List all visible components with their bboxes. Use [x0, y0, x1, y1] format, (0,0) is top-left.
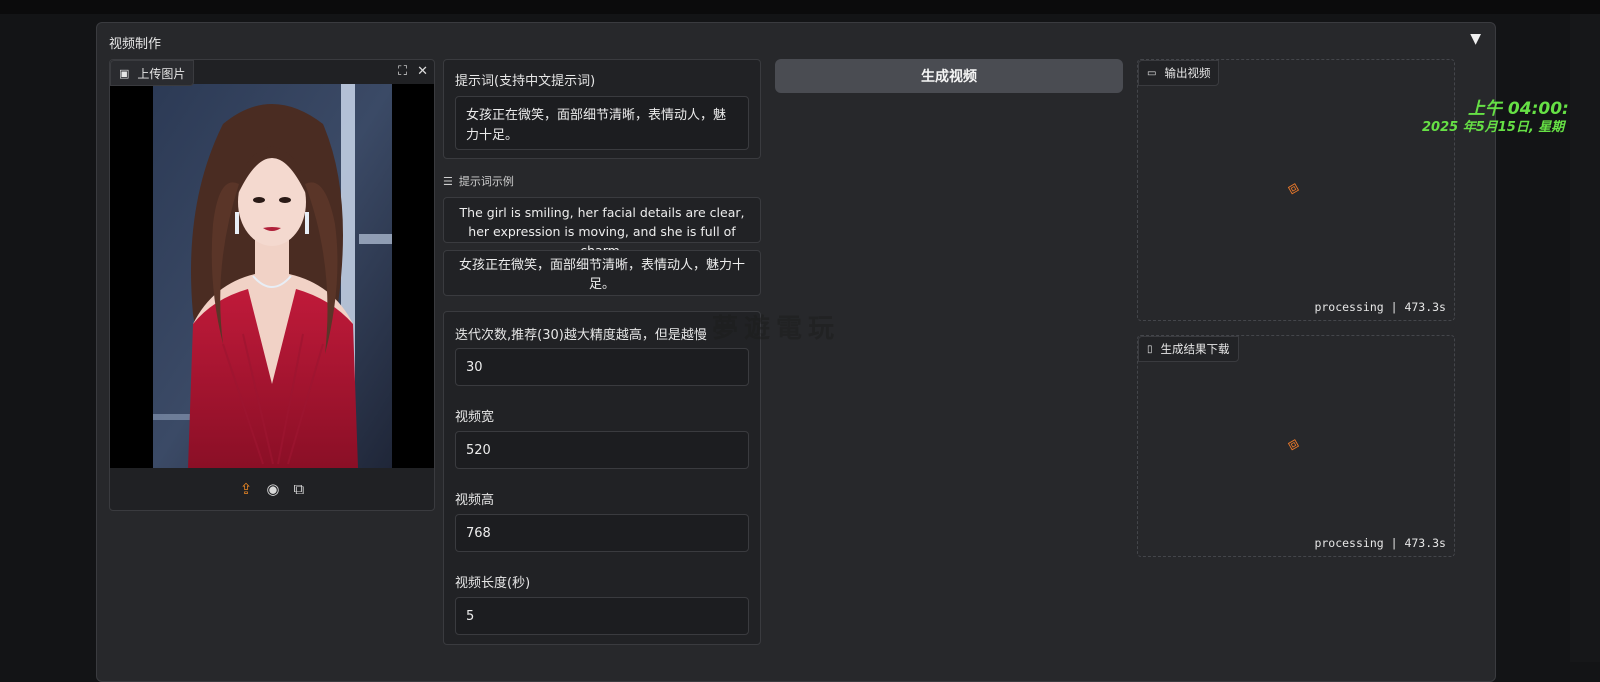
- generate-video-button[interactable]: 生成视频: [775, 59, 1123, 93]
- prompt-input[interactable]: 女孩正在微笑，面部细节清晰，表情动人，魅力十足。: [455, 96, 749, 150]
- image-icon: ▣: [119, 66, 130, 80]
- section-title: 视频制作: [109, 37, 162, 52]
- examples-header: ☰ 提示词示例: [443, 173, 514, 189]
- uploaded-image: [110, 84, 434, 468]
- download-label: ▯ 生成结果下载: [1138, 336, 1239, 362]
- clipboard-icon[interactable]: ⧉: [293, 480, 304, 498]
- duration-input[interactable]: 5: [455, 597, 749, 635]
- image-upload-panel[interactable]: ▣ 上传图片 ⛶ ✕ ⇪ ◉ ⧉: [109, 59, 435, 511]
- clock-overlay: 上午 04:00: 2025 年5月15日, 星期: [1410, 88, 1568, 138]
- video-maker-section: 视频制作 ▼ ▣ 上传图片 ⛶ ✕ ⇪ ◉ ⧉ 提示词(支持中文提示词) 女孩正…: [96, 22, 1496, 682]
- params-panel: 迭代次数,推荐(30)越大精度越高，但是越慢 30 视频宽 520 视频高 76…: [443, 311, 761, 645]
- loading-spinner-icon: ⧈: [1283, 432, 1303, 455]
- close-icon[interactable]: ✕: [417, 64, 428, 79]
- clock-date: 2025 年5月15日, 星期: [1422, 120, 1565, 135]
- steps-input[interactable]: 30: [455, 348, 749, 386]
- loading-spinner-icon: ⧈: [1283, 176, 1303, 199]
- output-video-label: ▭ 输出视频: [1138, 60, 1220, 86]
- list-icon: ☰: [443, 174, 453, 188]
- page-scroll-gutter: [1570, 14, 1600, 662]
- upload-icon[interactable]: ⇪: [240, 480, 253, 498]
- portrait-image: [153, 84, 392, 468]
- image-source-toolbar: ⇪ ◉ ⧉: [110, 468, 434, 510]
- download-label-text: 生成结果下载: [1160, 342, 1230, 356]
- download-status: processing | 473.3s: [1314, 536, 1446, 550]
- width-label: 视频宽: [455, 410, 495, 425]
- video-camera-icon: ▭: [1147, 67, 1157, 79]
- image-tools: ⛶ ✕: [398, 64, 428, 79]
- fullscreen-icon[interactable]: ⛶: [398, 64, 407, 79]
- height-input[interactable]: 768: [455, 514, 749, 552]
- download-panel: ▯ 生成结果下载 ⧈ processing | 473.3s: [1137, 335, 1455, 557]
- image-panel-label-text: 上传图片: [137, 66, 186, 81]
- width-input[interactable]: 520: [455, 431, 749, 469]
- example-item-english[interactable]: The girl is smiling, her facial details …: [443, 197, 761, 258]
- window-top-bar: [0, 0, 1600, 14]
- height-label: 视频高: [455, 493, 495, 508]
- webcam-icon[interactable]: ◉: [266, 480, 279, 498]
- image-panel-label: ▣ 上传图片: [110, 60, 195, 86]
- prompt-panel: 提示词(支持中文提示词) 女孩正在微笑，面部细节清晰，表情动人，魅力十足。: [443, 59, 761, 159]
- output-video-status: processing | 473.3s: [1314, 300, 1446, 314]
- collapse-arrow-icon[interactable]: ▼: [1470, 31, 1481, 47]
- output-video-panel: ▭ 输出视频 ⧈ processing | 473.3s: [1137, 59, 1455, 321]
- steps-label: 迭代次数,推荐(30)越大精度越高，但是越慢: [455, 328, 707, 343]
- examples-label: 提示词示例: [458, 175, 514, 188]
- output-video-label-text: 输出视频: [1164, 66, 1211, 80]
- prompt-label: 提示词(支持中文提示词): [455, 74, 596, 89]
- file-icon: ▯: [1147, 343, 1153, 355]
- watermark-text: 夢遊電玩: [712, 314, 841, 344]
- duration-label: 视频长度(秒): [455, 576, 531, 591]
- example-item-chinese[interactable]: 女孩正在微笑，面部细节清晰，表情动人，魅力十足。: [443, 250, 761, 296]
